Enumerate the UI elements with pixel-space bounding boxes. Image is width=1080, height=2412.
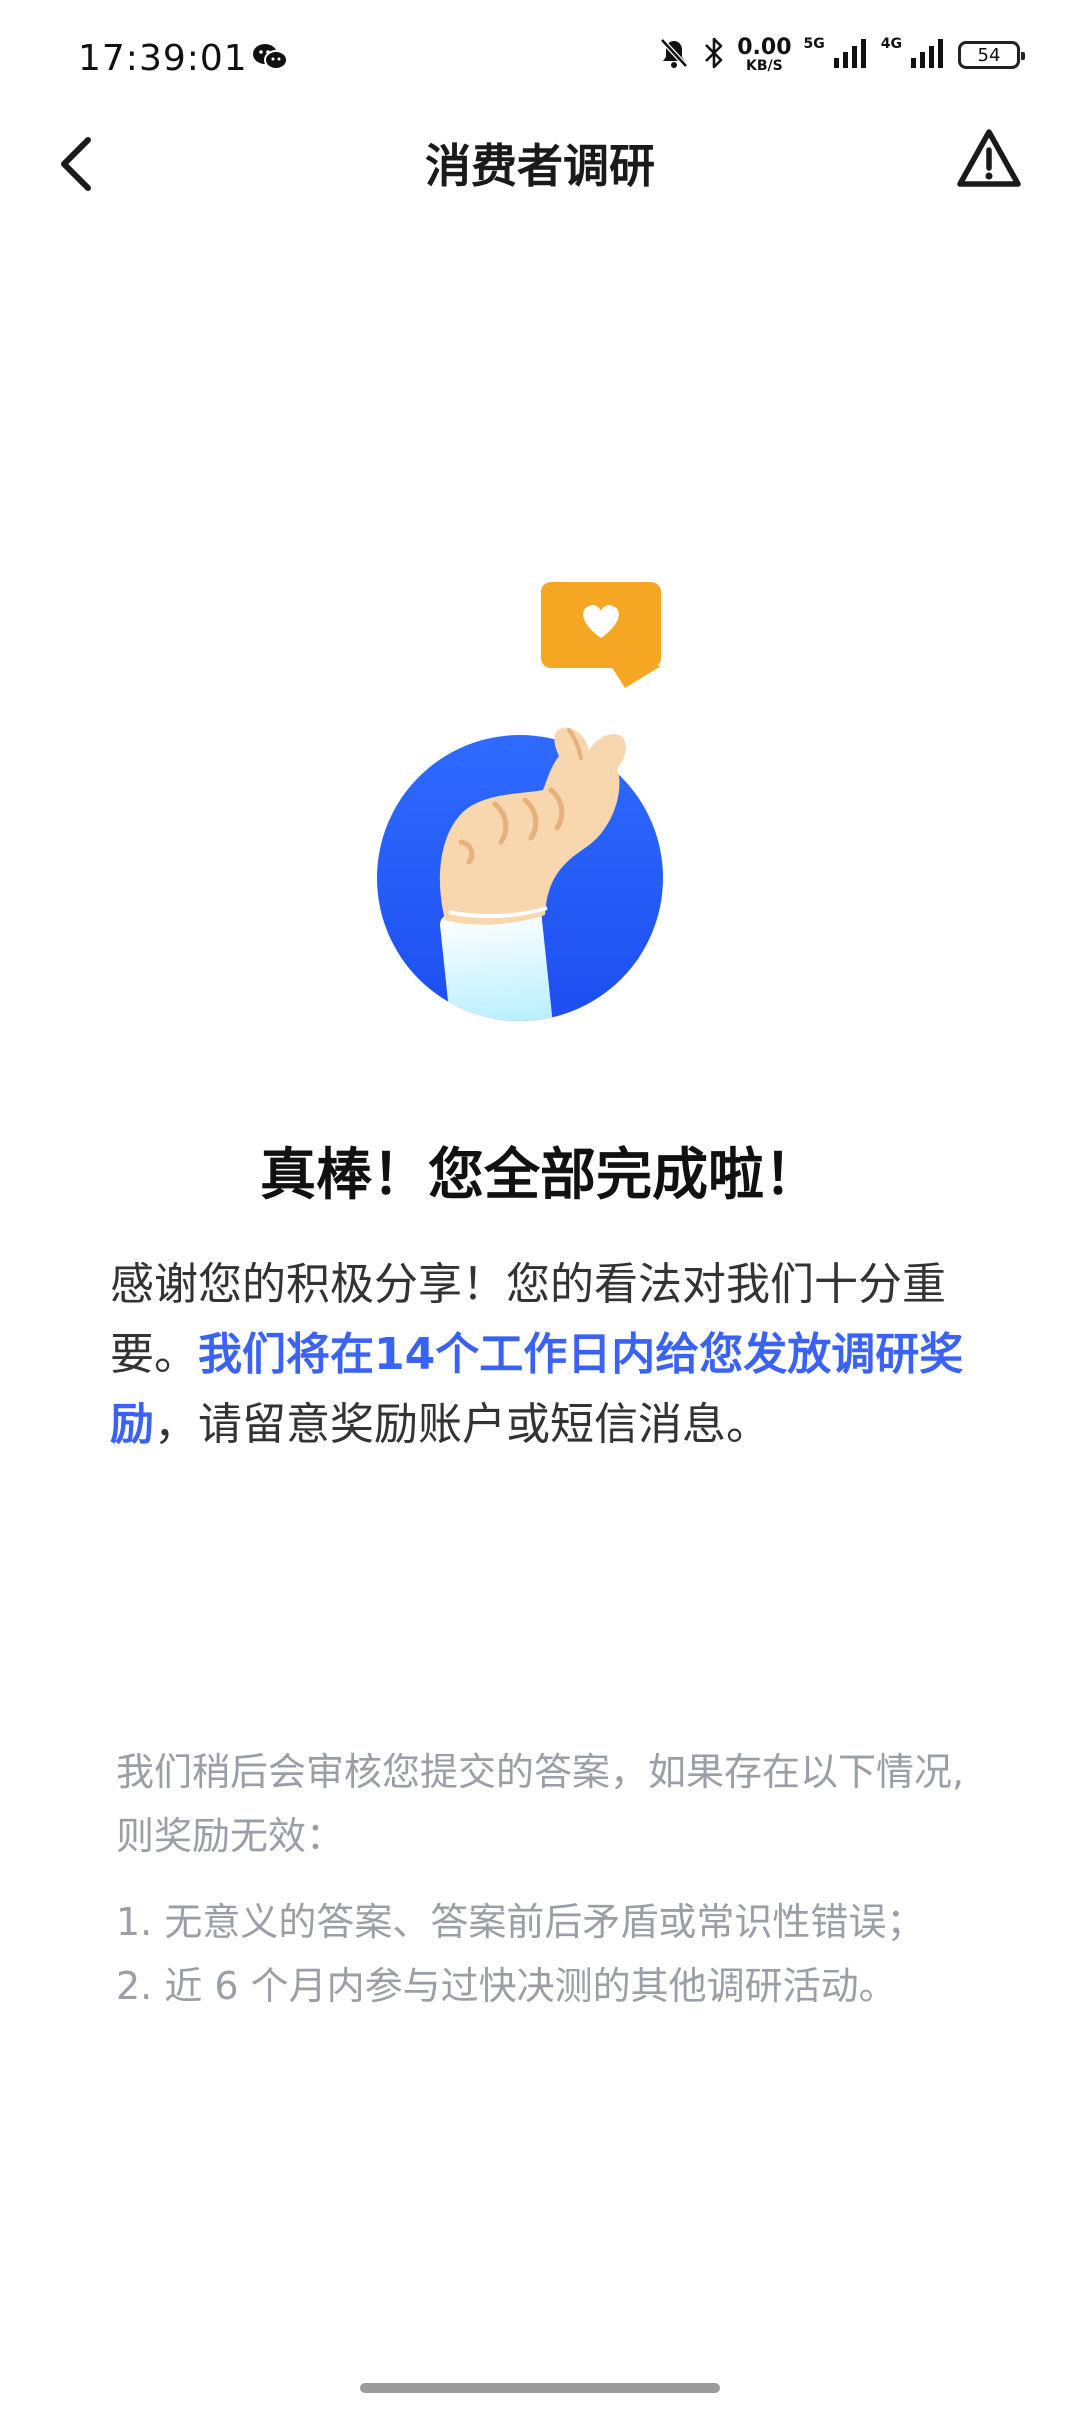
rule-item: 1. 无意义的答案、答案前后矛盾或常识性错误；: [116, 1900, 925, 1944]
network-speed: 0.00 KB/S: [737, 35, 792, 74]
review-notice: 我们稍后会审核您提交的答案，如果存在以下情况,则奖励无效：: [116, 1750, 965, 1858]
message-text-2: ，请留意奖励账户或短信消息。: [154, 1399, 770, 1450]
signal1-label: 5G: [803, 36, 825, 52]
invalid-rules-list: 1. 无意义的答案、答案前后矛盾或常识性错误； 2. 近 6 个月内参与过快决测…: [116, 1890, 1016, 2018]
bluetooth-icon: [703, 36, 725, 74]
status-time: 17:39:01: [78, 38, 248, 79]
nav-header: 消费者调研: [0, 120, 1080, 210]
completion-headline: 真棒！您全部完成啦！: [260, 1143, 820, 1208]
heart-bubble: [541, 582, 661, 688]
thank-you-message: 感谢您的积极分享！您的看法对我们十分重要。我们将在14个工作日内给您发放调研奖励…: [110, 1250, 980, 1460]
net-speed-unit: KB/S: [746, 58, 783, 74]
signal2-label: 4G: [880, 36, 902, 52]
signal-icon: [833, 38, 869, 72]
status-icons: 0.00 KB/S 5G 4G 54: [657, 35, 1025, 74]
net-speed-value: 0.00: [737, 35, 792, 60]
battery-level: 54: [977, 44, 1001, 66]
rule-item: 2. 近 6 个月内参与过快决测的其他调研活动。: [116, 1964, 897, 2008]
battery-icon: 54: [958, 41, 1025, 69]
bell-muted-icon: [657, 36, 691, 74]
warning-triangle-icon: [957, 129, 1021, 187]
report-button[interactable]: [954, 124, 1024, 194]
page-title: 消费者调研: [425, 139, 655, 193]
home-indicator[interactable]: [360, 2383, 720, 2393]
success-illustration: [375, 580, 695, 1030]
wechat-icon: [252, 42, 288, 76]
status-bar: 17:39:01 0.00 KB/S 5G 4G 54: [0, 0, 1080, 120]
signal-icon-2: [910, 38, 946, 72]
